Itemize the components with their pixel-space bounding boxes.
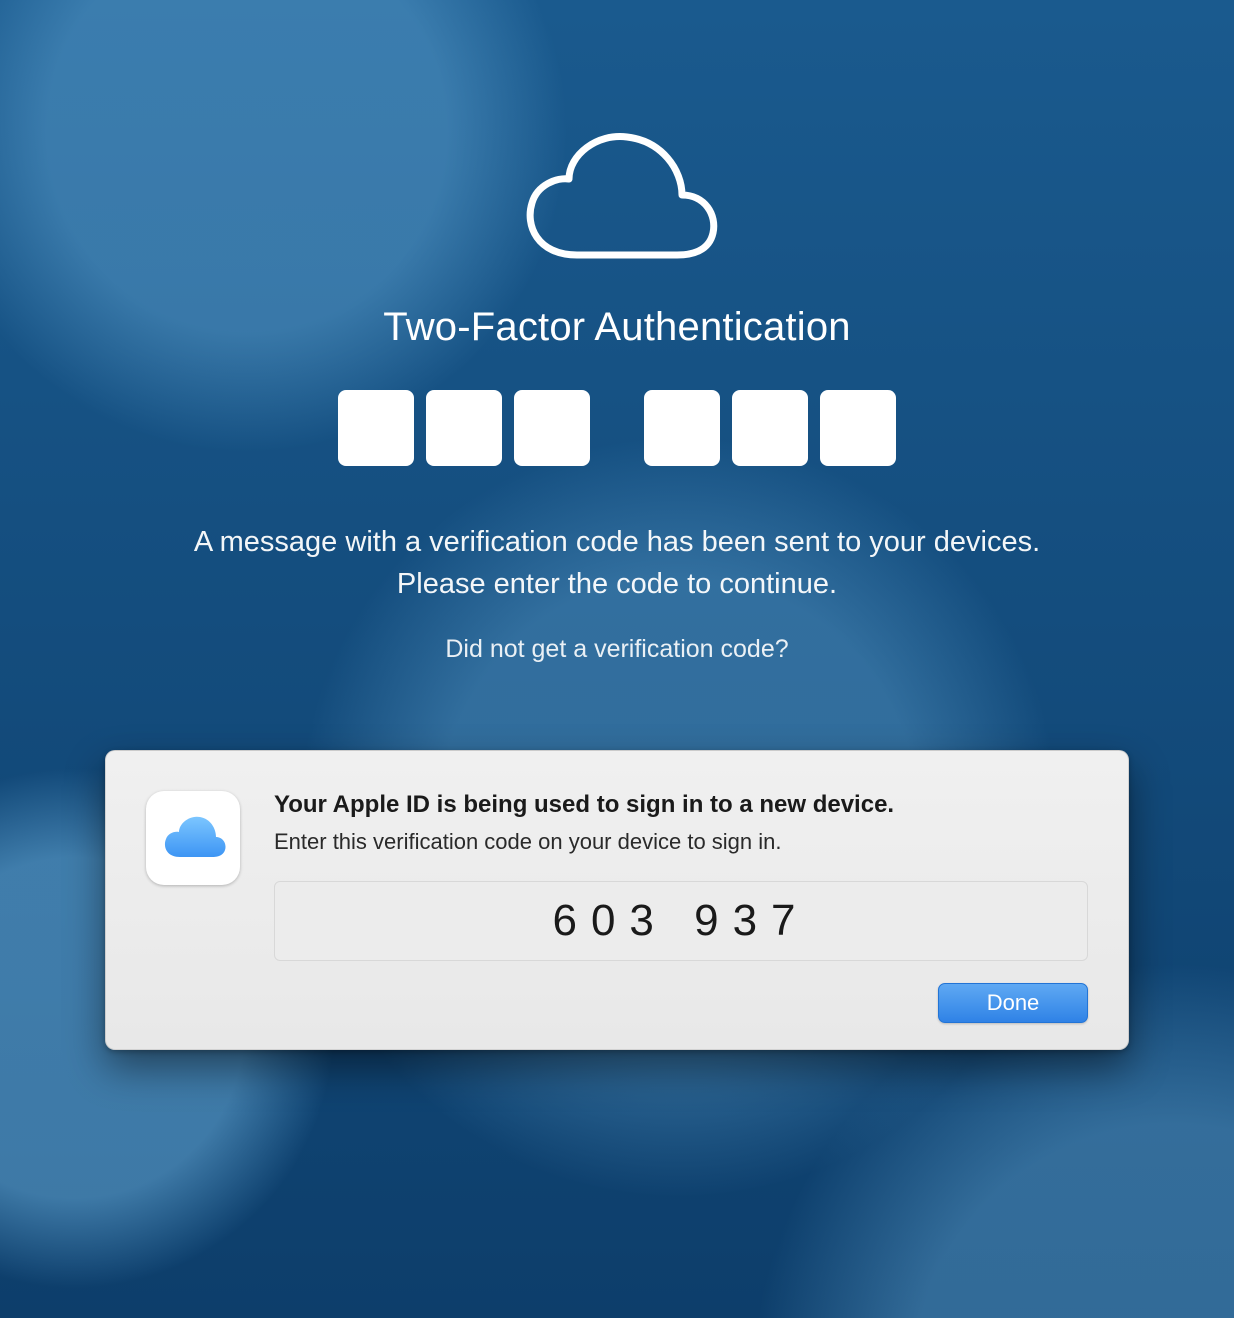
verification-code-inputs — [338, 390, 896, 466]
dialog-subtitle: Enter this verification code on your dev… — [274, 829, 1088, 855]
verification-code-display: 603 937 — [274, 881, 1088, 961]
code-digit-2[interactable] — [426, 390, 502, 466]
resend-code-link[interactable]: Did not get a verification code? — [445, 635, 788, 664]
code-digit-3[interactable] — [514, 390, 590, 466]
cloud-icon — [507, 115, 727, 270]
code-digit-1[interactable] — [338, 390, 414, 466]
verification-code-dialog: Your Apple ID is being used to sign in t… — [105, 750, 1129, 1050]
two-factor-auth-screen: Two-Factor Authentication A message with… — [0, 0, 1234, 1318]
code-group-gap — [602, 390, 632, 466]
code-digit-5[interactable] — [732, 390, 808, 466]
done-button[interactable]: Done — [938, 983, 1088, 1023]
dialog-title: Your Apple ID is being used to sign in t… — [274, 791, 1088, 819]
code-digit-4[interactable] — [644, 390, 720, 466]
page-title: Two-Factor Authentication — [383, 305, 850, 350]
icloud-app-icon — [146, 791, 240, 885]
code-digit-6[interactable] — [820, 390, 896, 466]
instruction-text: A message with a verification code has b… — [157, 521, 1077, 605]
